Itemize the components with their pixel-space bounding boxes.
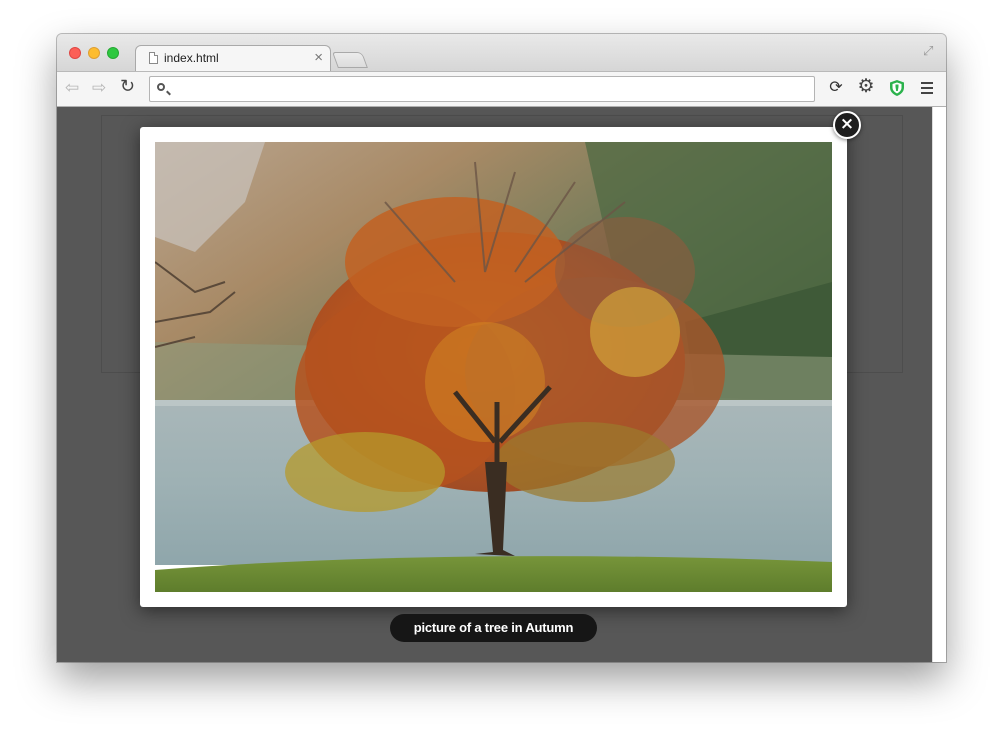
sync-icon[interactable]: ⟳ [827,79,845,97]
new-tab-button[interactable] [332,52,368,68]
fullscreen-icon[interactable]: ⤢ [923,44,937,58]
tab-title: index.html [164,51,219,65]
window-close-button[interactable] [69,47,81,59]
window-minimize-button[interactable] [88,47,100,59]
window-maximize-button[interactable] [107,47,119,59]
title-bar: index.html × ⤢ [57,34,946,72]
back-icon[interactable]: ⇦ [65,78,79,98]
file-icon [149,52,158,64]
scrollbar[interactable] [932,107,946,662]
lightbox-image [155,142,832,592]
browser-toolbar: ⇦ ⇨ ↻ ⟳ ⚙ [57,71,946,107]
forward-icon[interactable]: ⇨ [92,78,106,98]
close-lightbox-button[interactable]: × [833,111,861,139]
gear-icon[interactable]: ⚙ [857,77,875,96]
shield-icon[interactable] [888,79,906,97]
menu-icon[interactable] [919,79,937,97]
reload-icon[interactable]: ↻ [120,76,135,97]
image-caption: picture of a tree in Autumn [390,614,597,642]
address-bar[interactable] [149,76,815,102]
lightbox-dialog [140,127,847,607]
search-icon [157,83,165,91]
address-input[interactable] [176,79,810,101]
tab-close-icon[interactable]: × [314,49,323,66]
tab-index-html[interactable]: index.html × [135,45,331,72]
